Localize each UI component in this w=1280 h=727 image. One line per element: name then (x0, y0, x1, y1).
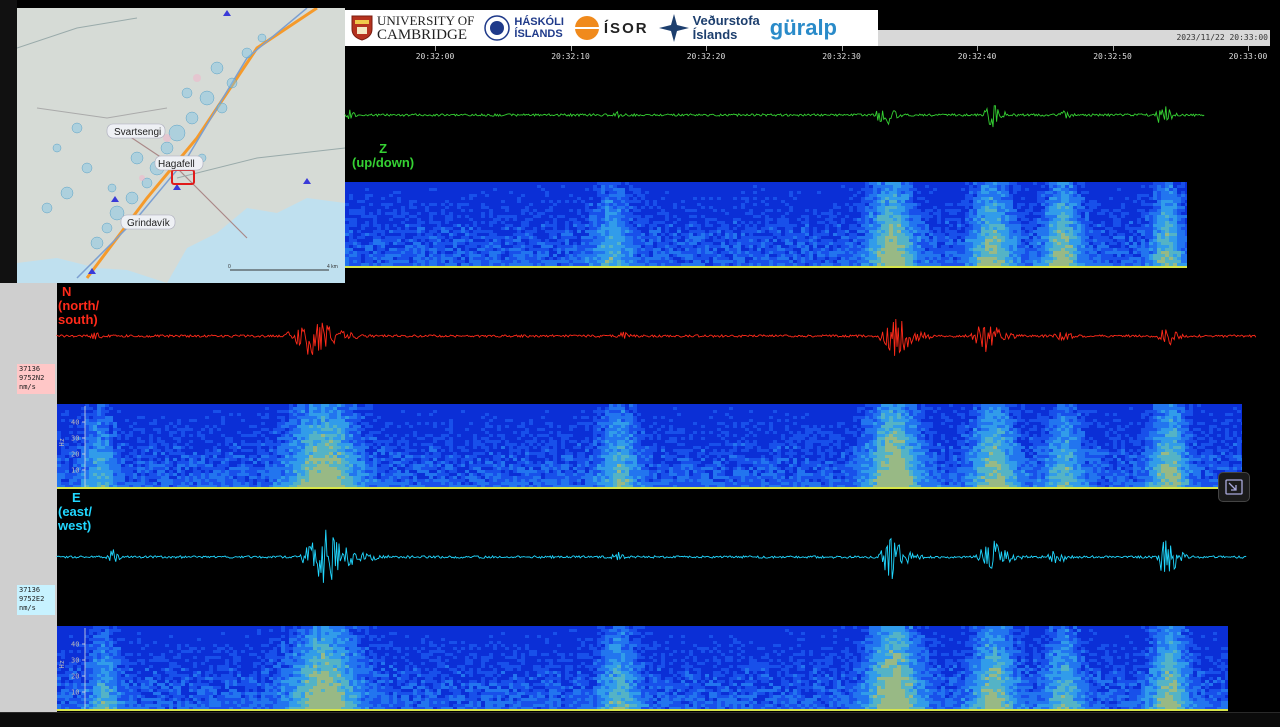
waveform-trace (57, 530, 1246, 583)
stream-e-tag[interactable]: 37136 9752E2 nm/s (17, 585, 55, 615)
cambridge-line1: UNIVERSITY OF (377, 13, 474, 28)
isor-logo: ÍSOR (574, 15, 649, 41)
map-label-svartsengi: Svartsengi (114, 127, 161, 138)
stream-e-id2: 9752E2 (19, 595, 53, 604)
spectrogram-e[interactable]: 40 30 20 10 Hz (57, 626, 1228, 711)
waveform-n[interactable] (57, 306, 1257, 366)
haskoli-seal-icon (484, 15, 510, 41)
time-tick-label: 20:33:00 (1229, 52, 1268, 61)
partner-logos: UNIVERSITY OF CAMBRIDGE HÁSKÓLI ÍSLANDS … (345, 10, 878, 46)
time-axis: 20:32:00 20:32:10 20:32:20 20:32:30 20:32:40… (345, 46, 1270, 64)
channel-z-desc: (up/down) (352, 156, 414, 170)
vedurstofa-line2: Íslands (693, 28, 760, 42)
hz-tick-label: 10 (71, 689, 79, 697)
hz-tick-label: 10 (71, 467, 79, 475)
vedurstofa-logo: Veðurstofa Íslands (659, 14, 760, 42)
hz-tick-label: 40 (71, 641, 79, 649)
left-rail (0, 0, 17, 283)
map-graphic: Svartsengi Hagafell Grindavík 0 4 km (17, 8, 345, 283)
vedurstofa-line1: Veðurstofa (693, 14, 760, 28)
hz-tick-label: 20 (71, 673, 79, 681)
haskoli-line2: ÍSLANDS (514, 28, 564, 40)
time-tick-mark (706, 46, 707, 51)
time-tick-label: 20:32:10 (551, 52, 590, 61)
time-tick-mark (842, 46, 843, 51)
map-label-hagafell: Hagafell (158, 159, 195, 170)
stream-e-unit: nm/s (19, 604, 53, 613)
spectrogram-n[interactable]: 40 30 20 10 Hz (57, 404, 1242, 489)
guralp-logo: güralp (770, 15, 837, 41)
waveform-trace (345, 106, 1204, 127)
waveform-z[interactable] (345, 95, 1205, 135)
time-tick-mark (435, 46, 436, 51)
time-tick-mark (1113, 46, 1114, 51)
cambridge-logo: UNIVERSITY OF CAMBRIDGE (351, 13, 474, 43)
vedurstofa-star-icon (659, 14, 689, 42)
hz-tick-label: 30 (71, 657, 79, 665)
stream-n-unit: nm/s (19, 383, 53, 392)
cambridge-crest-icon (351, 15, 373, 41)
hz-axis-unit: Hz (58, 660, 66, 668)
channel-z-name: Z (352, 142, 414, 156)
stream-n-tag[interactable]: 37136 9752N2 nm/s (17, 364, 55, 394)
isor-sun-icon (574, 15, 600, 41)
location-map: Svartsengi Hagafell Grindavík 0 4 km (17, 8, 345, 283)
stream-n-id2: 9752N2 (19, 374, 53, 383)
hz-tick-label: 40 (71, 419, 79, 427)
expand-button[interactable] (1218, 472, 1250, 502)
map-label-grindavik: Grindavík (127, 218, 171, 229)
waveform-e[interactable] (57, 522, 1247, 592)
haskoli-logo: HÁSKÓLI ÍSLANDS (484, 15, 564, 41)
spectrogram-z[interactable] (345, 182, 1187, 268)
channel-z-label: Z (up/down) (352, 142, 414, 170)
isor-text: ÍSOR (604, 20, 649, 37)
hz-axis-unit: Hz (58, 438, 66, 446)
map-scale-start: 0 (228, 264, 231, 270)
resize-icon (1225, 479, 1243, 495)
time-tick-label: 20:32:00 (416, 52, 455, 61)
window-timestamp: 2023/11/22 20:33:00 (1176, 33, 1268, 42)
waveform-trace (57, 319, 1256, 356)
haskoli-line1: HÁSKÓLI (514, 16, 564, 28)
time-tick-mark (977, 46, 978, 51)
stream-n-id1: 37136 (19, 365, 53, 374)
time-tick-label: 20:32:20 (687, 52, 726, 61)
stream-e-id1: 37136 (19, 586, 53, 595)
time-tick-mark (571, 46, 572, 51)
channel-n-name: N (58, 285, 99, 299)
time-tick-mark (1248, 46, 1249, 51)
channel-label-gutter (0, 283, 57, 713)
time-tick-label: 20:32:40 (958, 52, 997, 61)
channel-e-name: E (58, 491, 92, 505)
time-tick-label: 20:32:30 (822, 52, 861, 61)
map-scale-end: 4 km (327, 264, 338, 270)
hz-tick-label: 30 (71, 435, 79, 443)
status-bar (0, 712, 1280, 727)
guralp-text: güralp (770, 15, 837, 41)
cambridge-line2: CAMBRIDGE (377, 28, 474, 43)
time-tick-label: 20:32:50 (1093, 52, 1132, 61)
channel-e-desc1: (east/ (58, 505, 92, 519)
hz-tick-label: 20 (71, 451, 79, 459)
